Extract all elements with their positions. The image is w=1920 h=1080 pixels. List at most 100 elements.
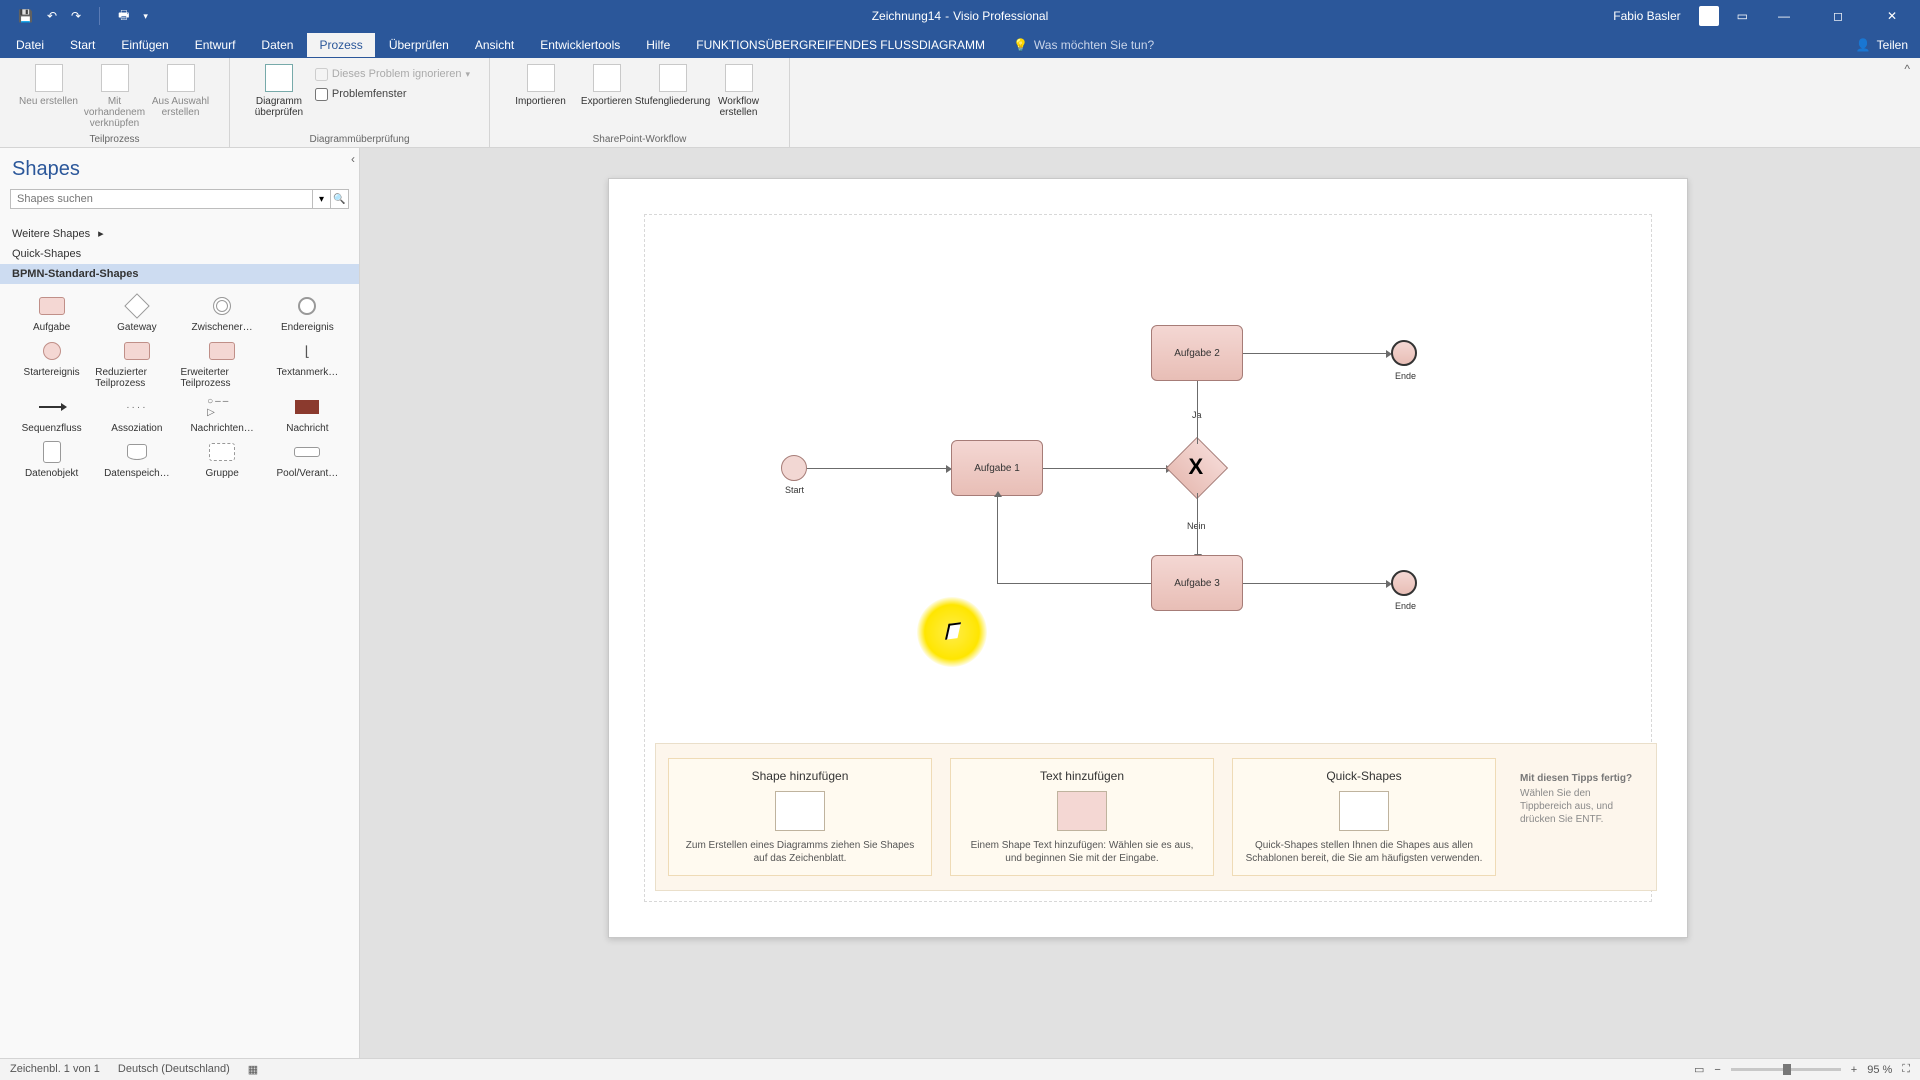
edge-loop-up[interactable] <box>997 496 998 497</box>
tip-hint: Mit diesen Tipps fertig? Wählen Sie den … <box>1514 758 1644 876</box>
macro-icon[interactable]: ▦ <box>248 1063 258 1076</box>
shape-gruppe[interactable]: Gruppe <box>181 440 264 479</box>
node-task3[interactable]: Aufgabe 3 <box>1151 555 1243 611</box>
edge-loop-v[interactable] <box>997 496 998 583</box>
node-task1[interactable]: Aufgabe 1 <box>951 440 1043 496</box>
shapes-search-input[interactable] <box>10 189 313 209</box>
btn-neu-erstellen: Neu erstellen <box>19 62 79 129</box>
tip-quick[interactable]: Quick-Shapes Quick-Shapes stellen Ihnen … <box>1232 758 1496 876</box>
edge-gateway-up[interactable] <box>1197 380 1198 444</box>
node-task2[interactable]: Aufgabe 2 <box>1151 325 1243 381</box>
zoom-out-button[interactable]: − <box>1714 1064 1720 1076</box>
shape-assoziation[interactable]: ····Assoziation <box>95 395 178 434</box>
node-start[interactable] <box>781 455 807 481</box>
menu-prozess[interactable]: Prozess <box>307 33 374 57</box>
zoom-slider[interactable] <box>1731 1068 1841 1071</box>
tip-shape[interactable]: Shape hinzufügen Zum Erstellen eines Dia… <box>668 758 932 876</box>
tip-text-img <box>1057 791 1107 831</box>
node-end1[interactable] <box>1391 340 1417 366</box>
close-button[interactable]: ✕ <box>1874 9 1910 23</box>
minimize-button[interactable]: — <box>1766 9 1802 23</box>
group-sp-title: SharePoint-Workflow <box>490 134 789 145</box>
ribbon: Neu erstellen Mit vorhandenem verknüpfen… <box>0 58 1920 148</box>
drawing-page[interactable]: Start Aufgabe 1 X Ja Nein Aufgabe 2 <box>608 178 1688 938</box>
view-mode-icon[interactable]: ▭ <box>1694 1063 1704 1076</box>
save-icon[interactable]: 💾 <box>18 9 33 23</box>
chk-problemfenster[interactable]: Problemfenster <box>315 86 470 101</box>
node-end2[interactable] <box>1391 570 1417 596</box>
menu-entwicklertools[interactable]: Entwicklertools <box>528 33 632 57</box>
menu-start[interactable]: Start <box>58 33 107 57</box>
menubar: Datei Start Einfügen Entwurf Daten Proze… <box>0 32 1920 58</box>
shape-nachricht[interactable]: Nachricht <box>266 395 349 434</box>
btn-diagramm-pruefen[interactable]: Diagramm überprüfen <box>249 62 309 118</box>
shape-aufgabe[interactable]: Aufgabe <box>10 294 93 333</box>
shape-reduzierter-teilprozess[interactable]: Reduzierter Teilprozess <box>95 339 178 389</box>
share-button[interactable]: Teilen <box>1877 38 1908 52</box>
stencil-bpmn[interactable]: BPMN-Standard-Shapes <box>0 264 359 284</box>
app-title: Visio Professional <box>953 9 1048 23</box>
edge-start-task1[interactable] <box>807 468 947 469</box>
edge-gateway-down[interactable] <box>1197 493 1198 555</box>
fit-page-icon[interactable]: ⛶ <box>1902 1063 1910 1076</box>
canvas-area[interactable]: Start Aufgabe 1 X Ja Nein Aufgabe 2 <box>360 148 1920 1058</box>
menu-entwurf[interactable]: Entwurf <box>183 33 248 57</box>
status-lang[interactable]: Deutsch (Deutschland) <box>118 1063 230 1076</box>
status-page[interactable]: Zeichenbl. 1 von 1 <box>10 1063 100 1076</box>
shapes-collapse-icon[interactable]: ‹ <box>351 152 355 166</box>
node-gateway[interactable]: X <box>1166 437 1228 499</box>
search-dropdown-icon[interactable]: ▾ <box>313 189 331 209</box>
menu-ansicht[interactable]: Ansicht <box>463 33 526 57</box>
menu-hilfe[interactable]: Hilfe <box>634 33 682 57</box>
shape-zwischenereignis[interactable]: Zwischener… <box>181 294 264 333</box>
statusbar: Zeichenbl. 1 von 1 Deutsch (Deutschland)… <box>0 1058 1920 1080</box>
menu-einfuegen[interactable]: Einfügen <box>109 33 180 57</box>
edge-task1-gateway[interactable] <box>1043 468 1167 469</box>
user-name[interactable]: Fabio Basler <box>1613 9 1680 23</box>
ribbon-opts-icon[interactable]: ▭ <box>1737 9 1748 23</box>
doc-title: Zeichnung14 <box>872 9 941 23</box>
shape-pool[interactable]: Pool/Verant… <box>266 440 349 479</box>
edge-task2-end1[interactable] <box>1243 353 1387 354</box>
menu-ueberpruefen[interactable]: Überprüfen <box>377 33 461 57</box>
shape-gateway[interactable]: Gateway <box>95 294 178 333</box>
shape-erweiterter-teilprozess[interactable]: Erweiterter Teilprozess <box>181 339 264 389</box>
btn-importieren[interactable]: Importieren <box>511 62 571 118</box>
shape-datenobjekt[interactable]: Datenobjekt <box>10 440 93 479</box>
label-end1: Ende <box>1395 371 1416 381</box>
shape-sequenzfluss[interactable]: Sequenzfluss <box>10 395 93 434</box>
tips-bar[interactable]: Shape hinzufügen Zum Erstellen eines Dia… <box>655 743 1657 891</box>
btn-mit-vorhandenem: Mit vorhandenem verknüpfen <box>85 62 145 129</box>
menu-datei[interactable]: Datei <box>4 33 56 57</box>
shapes-title: Shapes <box>0 148 359 189</box>
redo-icon[interactable]: ↷ <box>71 9 81 23</box>
print-icon[interactable]: 🖶 <box>118 6 129 27</box>
more-shapes[interactable]: Weitere Shapes▸ <box>0 209 359 244</box>
shape-endereignis[interactable]: Endereignis <box>266 294 349 333</box>
maximize-button[interactable]: ◻ <box>1820 9 1856 23</box>
label-end2: Ende <box>1395 601 1416 611</box>
edge-task3-end2[interactable] <box>1243 583 1387 584</box>
edge-loop-h[interactable] <box>997 583 1151 584</box>
shape-textanmerkung[interactable]: ⌊Textanmerk… <box>266 339 349 389</box>
qat-more-icon[interactable]: ▾ <box>143 11 148 22</box>
avatar[interactable] <box>1699 6 1719 26</box>
btn-stufengliederung[interactable]: Stufengliederung <box>643 62 703 118</box>
zoom-in-button[interactable]: + <box>1851 1064 1857 1076</box>
zoom-value[interactable]: 95 % <box>1867 1064 1892 1076</box>
menu-crossfunctional[interactable]: FUNKTIONSÜBERGREIFENDES FLUSSDIAGRAMM <box>684 33 997 57</box>
shape-nachrichtenfluss[interactable]: ○––▷Nachrichten… <box>181 395 264 434</box>
stencil-quick-shapes[interactable]: Quick-Shapes <box>0 244 359 264</box>
undo-icon[interactable]: ↶ <box>47 9 57 23</box>
search-icon[interactable]: 🔍 <box>331 189 349 209</box>
menu-daten[interactable]: Daten <box>249 33 305 57</box>
shape-startereignis[interactable]: Startereignis <box>10 339 93 389</box>
tip-quick-img <box>1339 791 1389 831</box>
btn-exportieren[interactable]: Exportieren <box>577 62 637 118</box>
tip-text[interactable]: Text hinzufügen Einem Shape Text hinzufü… <box>950 758 1214 876</box>
ribbon-collapse-icon[interactable]: ^ <box>1894 58 1920 147</box>
chk-ignorieren[interactable]: Dieses Problem ignorieren ▾ <box>315 66 470 81</box>
shape-datenspeicher[interactable]: Datenspeich… <box>95 440 178 479</box>
tellme-input[interactable]: Was möchten Sie tun? <box>1034 38 1154 52</box>
btn-workflow-erstellen[interactable]: Workflow erstellen <box>709 62 769 118</box>
